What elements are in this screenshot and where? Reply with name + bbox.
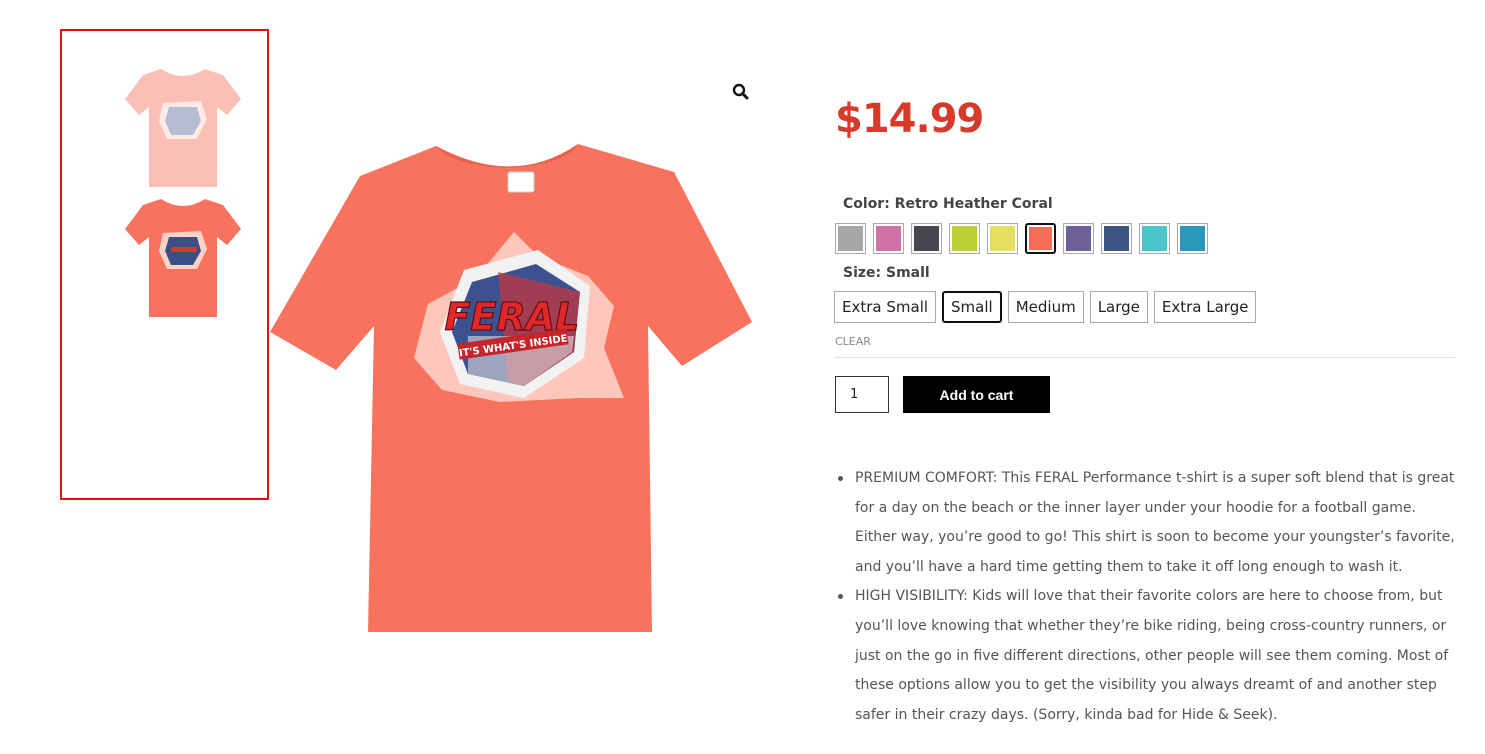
divider [834, 357, 1455, 358]
product-description: PREMIUM COMFORT: This FERAL Performance … [835, 464, 1455, 730]
product-price: $14.99 [835, 96, 984, 142]
description-bullet: HIGH VISIBILITY: Kids will love that the… [835, 582, 1455, 730]
size-label: Size: Small [843, 265, 930, 281]
magnifier-icon [732, 83, 749, 100]
size-option-small[interactable]: Small [942, 291, 1002, 323]
add-to-cart-button[interactable]: Add to cart [903, 376, 1050, 413]
tshirt-image: FERAL IT'S WHAT'S INSIDE [270, 144, 752, 632]
thumbnail-gallery [60, 29, 269, 500]
size-option-large[interactable]: Large [1089, 291, 1148, 323]
main-product-image: FERAL IT'S WHAT'S INSIDE [268, 136, 754, 640]
size-options: Extra Small Small Medium Large Extra Lar… [834, 291, 1257, 323]
color-swatch-royal[interactable] [1101, 223, 1132, 254]
tshirt-thumbnail-icon [125, 199, 241, 317]
thumbnail-image[interactable] [120, 63, 246, 191]
size-option-medium[interactable]: Medium [1007, 291, 1084, 323]
color-swatch-lime[interactable] [949, 223, 980, 254]
thumbnail-image[interactable] [120, 193, 246, 321]
color-swatch-purple[interactable] [1063, 223, 1094, 254]
color-swatch-yellow[interactable] [987, 223, 1018, 254]
color-swatch-aqua[interactable] [1139, 223, 1170, 254]
size-option-extra-small[interactable]: Extra Small [834, 291, 937, 323]
color-label: Color: Retro Heather Coral [843, 196, 1053, 212]
quantity-input[interactable] [835, 376, 889, 413]
color-swatch-charcoal[interactable] [911, 223, 942, 254]
size-option-extra-large[interactable]: Extra Large [1153, 291, 1257, 323]
tshirt-thumbnail-icon [125, 69, 241, 187]
color-swatches [835, 223, 1208, 254]
color-swatch-gray[interactable] [835, 223, 866, 254]
color-swatch-pink[interactable] [873, 223, 904, 254]
color-swatch-retro-heather-coral[interactable] [1025, 223, 1056, 254]
color-swatch-teal[interactable] [1177, 223, 1208, 254]
description-bullet: PREMIUM COMFORT: This FERAL Performance … [835, 464, 1455, 582]
clear-selection-link[interactable]: CLEAR [835, 335, 871, 348]
zoom-button[interactable] [731, 82, 751, 102]
